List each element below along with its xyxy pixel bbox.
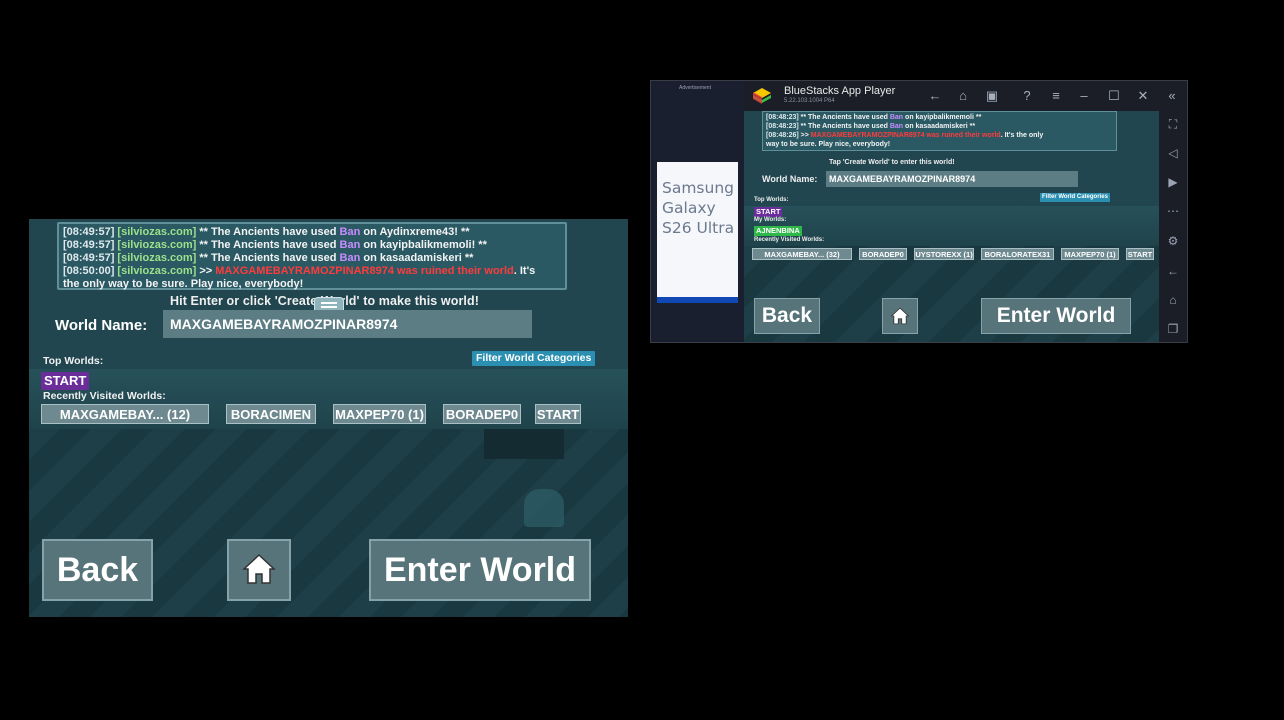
back-arrow-icon[interactable]: ← [927,88,943,104]
world-name-label: World Name: [55,317,148,334]
volume-icon[interactable]: ◁ [1165,145,1181,161]
settings-icon[interactable]: ⚙ [1165,233,1181,249]
recent-world-button[interactable]: START [535,404,581,424]
top-worlds-label: Top Worlds: [43,355,104,367]
collapse-sidebar-icon[interactable]: « [1164,88,1180,104]
home-button[interactable] [227,539,291,601]
chat-line: the only way to be sure. Play nice, ever… [63,278,304,290]
chat-log: [08:48:23] ** The Ancients have used Ban… [762,111,1117,151]
ad-panel: Advertisement Samsung Galaxy S26 Ultra [651,81,744,342]
title-bar: BlueStacks App Player 5.22.103.1004 P64 … [744,81,1187,111]
close-icon[interactable]: ✕ [1135,88,1151,104]
help-icon[interactable]: ? [1019,88,1035,104]
recent-world-button[interactable]: BORACIMEN [226,404,316,424]
chat-line: [08:49:57] [silviozas.com] ** The Ancien… [63,252,474,264]
top-worlds-label: Top Worlds: [754,197,789,203]
more-icon[interactable]: ⋯ [1165,203,1181,219]
chat-line: [08:48:23] ** The Ancients have used Ban… [766,123,976,130]
recent-world-button[interactable]: MAXPEP70 (1) [333,404,426,424]
chat-line: [08:48:26] >> MAXGAMEBAYRAMOZPINAR8974 w… [766,132,1044,139]
chat-line: [08:50:00] [silviozas.com] >> MAXGAMEBAY… [63,265,536,277]
back-button[interactable]: Back [42,539,153,601]
ad-text: Samsung Galaxy S26 Ultra [662,179,735,237]
bluestacks-logo-icon [753,88,771,104]
chat-line: way to be sure. Play nice, everybody! [766,141,891,148]
recent-world-button[interactable]: MAXGAMEBAY... (12) [41,404,209,424]
filter-world-categories-button[interactable]: Filter World Categories [1040,193,1110,202]
side-toolbar: ⛶ ◁ ▶ ⋯ ⚙ ← ⌂ ❐ [1158,111,1187,342]
menu-icon[interactable]: ≡ [1048,88,1064,104]
recent-worlds-label: Recently Visited Worlds: [754,237,825,243]
chat-line: [08:49:57] [silviozas.com] ** The Ancien… [63,239,487,251]
recent-apps-icon[interactable]: ❐ [1165,321,1181,337]
home-button[interactable] [882,298,918,334]
top-world-start-button[interactable]: START [754,207,783,217]
game-view-main: [08:49:57] [silviozas.com] ** The Ancien… [29,219,628,617]
chat-log: [08:49:57] [silviozas.com] ** The Ancien… [57,222,567,290]
background-block [484,429,564,459]
recent-world-button[interactable]: BORADEP0 [859,248,907,260]
filter-world-categories-button[interactable]: Filter World Categories [472,351,596,366]
world-name-input[interactable] [163,310,532,338]
recent-world-button[interactable]: BORALORATEX31 [981,248,1054,260]
back-button[interactable]: Back [754,298,820,334]
window-title: BlueStacks App Player [784,85,896,97]
chat-line: [08:48:23] ** The Ancients have used Ban… [766,114,982,121]
recent-worlds-label: Recently Visited Worlds: [43,390,166,402]
ad-card[interactable]: Samsung Galaxy S26 Ultra [657,162,738,297]
game-view-emulator: [08:48:23] ** The Ancients have used Ban… [744,111,1159,342]
screen-record-icon[interactable]: ▶ [1165,174,1181,190]
create-world-hint: Tap 'Create World' to enter this world! [829,159,955,166]
ad-label: Advertisement [679,85,711,91]
recent-world-button[interactable]: START [1126,248,1154,260]
minimize-icon[interactable]: – [1076,88,1092,104]
maximize-icon[interactable]: ☐ [1106,88,1122,104]
home-icon[interactable]: ⌂ [955,88,971,104]
chat-line: [08:49:57] [silviozas.com] ** The Ancien… [63,226,470,238]
recent-world-button[interactable]: MAXGAMEBAY... (32) [752,248,852,260]
recent-world-button[interactable]: MAXPEP70 (1) [1061,248,1119,260]
home-icon [890,307,910,325]
my-worlds-label: My Worlds: [754,217,787,223]
enter-world-button[interactable]: Enter World [981,298,1131,334]
bluestacks-window: Advertisement Samsung Galaxy S26 Ultra B… [650,80,1188,343]
world-name-label: World Name: [762,174,818,184]
world-name-input[interactable]: MAXGAMEBAYRAMOZPINAR8974 [826,171,1078,187]
background-bush [524,489,564,527]
multi-instance-icon[interactable]: ▣ [984,88,1000,104]
my-world-button[interactable]: AJNENBINA [754,226,802,236]
home-side-icon[interactable]: ⌂ [1165,292,1181,308]
back-icon[interactable]: ← [1165,263,1181,279]
top-world-start-button[interactable]: START [41,372,90,390]
recent-world-button[interactable]: BORADEP0 [443,404,521,424]
home-icon [242,553,276,584]
enter-world-button[interactable]: Enter World [369,539,591,601]
version-label: 5.22.103.1004 P64 [784,98,835,104]
recent-world-button[interactable]: UYSTOREXX (1) [914,248,974,260]
fullscreen-icon[interactable]: ⛶ [1165,116,1181,132]
ad-bar [657,297,738,303]
